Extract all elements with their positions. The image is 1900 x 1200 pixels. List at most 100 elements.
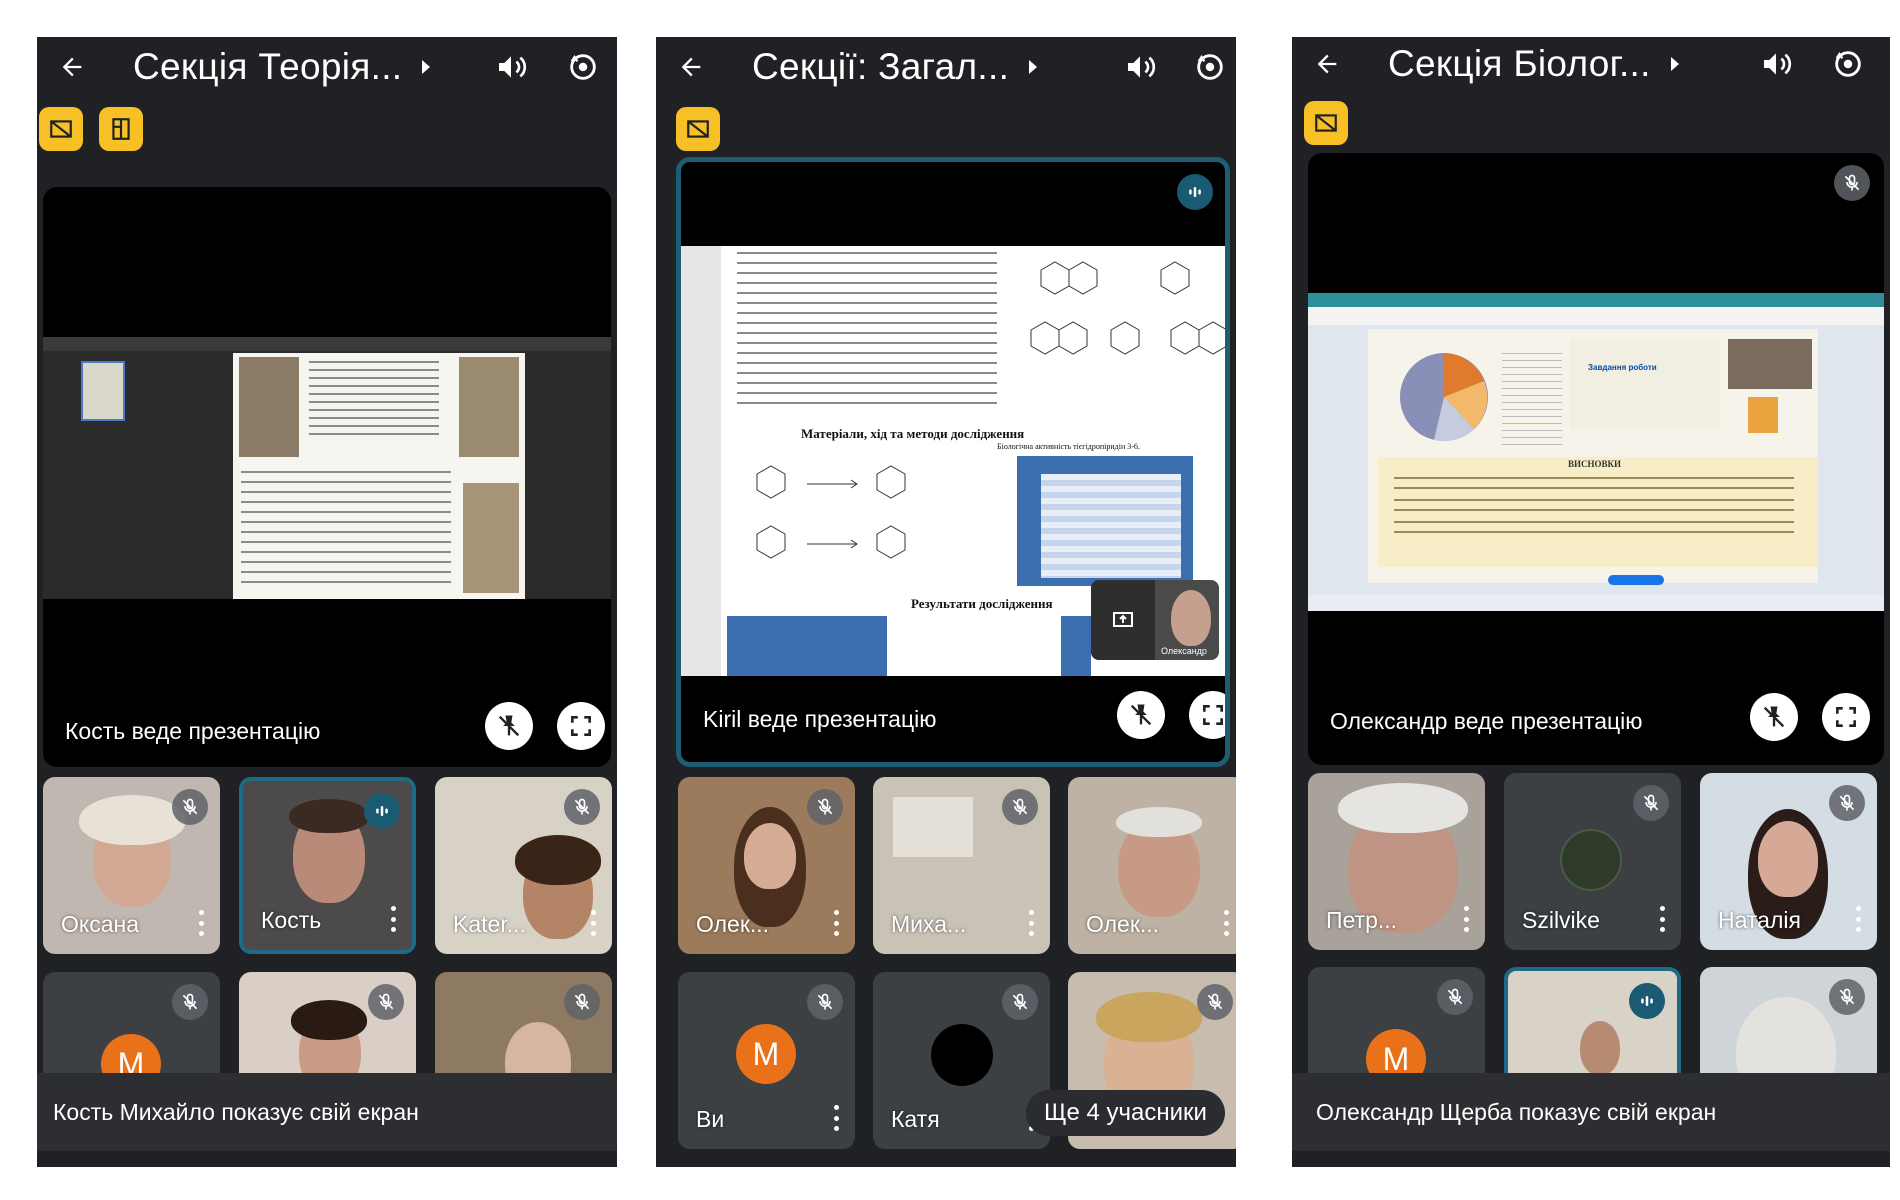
presentation-stage[interactable]: Завдання роботи ВИСНОВКИ Олександр веде …: [1308, 153, 1884, 765]
screen-share-banner: Олександр Щерба показує свій екран: [1292, 1073, 1890, 1151]
presenter-label: Kiril веде презентацію: [703, 706, 937, 732]
participant-tile[interactable]: Кость: [239, 777, 416, 954]
participant-name: Олек...: [1086, 911, 1160, 937]
avatar: M: [736, 1024, 796, 1084]
switch-camera-icon[interactable]: [565, 49, 601, 85]
top-bar: Секція Біолог...: [1292, 37, 1890, 91]
participant-tile[interactable]: Катя: [873, 972, 1050, 1149]
switch-camera-icon[interactable]: [1192, 49, 1228, 85]
more-vert-icon[interactable]: [833, 910, 839, 936]
more-vert-icon[interactable]: [1463, 906, 1469, 932]
meeting-title[interactable]: Секції: Загал...: [752, 46, 1009, 88]
mic-off-icon: [172, 789, 208, 825]
presenter-label: Кость веде презентацію: [65, 718, 321, 744]
slide-table-caption: Біологічна активність тієгідропіридін 3-…: [997, 442, 1140, 451]
participant-name: Катя: [891, 1106, 940, 1132]
meet-panel-1: Секція Теорія... Кость веде презентацію …: [37, 37, 617, 1167]
more-vert-icon[interactable]: [1659, 906, 1665, 932]
more-participants-button[interactable]: Ще 4 учасники: [1026, 1090, 1225, 1136]
participant-name: Наталія: [1718, 907, 1801, 933]
fullscreen-icon[interactable]: [557, 702, 605, 750]
no-video-icon[interactable]: [39, 107, 83, 151]
more-vert-icon[interactable]: [1223, 910, 1229, 936]
no-video-icon[interactable]: [1304, 101, 1348, 145]
participant-tile[interactable]: Kater...: [435, 777, 612, 954]
participant-tile[interactable]: Миха...: [873, 777, 1050, 954]
meet-panel-2: Секції: Загал... Матеріали, хід та метод…: [656, 37, 1236, 1167]
unpin-icon[interactable]: [1750, 693, 1798, 741]
participant-tile[interactable]: Оксана: [43, 777, 220, 954]
participant-tile[interactable]: Петр...: [1308, 773, 1485, 950]
back-arrow-icon[interactable]: [674, 50, 708, 84]
mic-off-icon: [1829, 785, 1865, 821]
speaker-icon[interactable]: [1122, 49, 1158, 85]
fullscreen-icon[interactable]: [1822, 693, 1870, 741]
fullscreen-icon[interactable]: [1189, 691, 1225, 739]
mic-off-icon: [1002, 789, 1038, 825]
meeting-title[interactable]: Секція Біолог...: [1388, 43, 1651, 85]
slide-heading: Результати дослідження: [911, 596, 1053, 611]
speaking-icon: [1629, 983, 1665, 1019]
meet-panel-3: Секція Біолог... Завдання роботи ВИСНОВК…: [1292, 37, 1890, 1167]
participant-tile[interactable]: M Ви: [678, 972, 855, 1149]
more-vert-icon[interactable]: [198, 910, 204, 936]
participant-name: Петр...: [1326, 907, 1398, 933]
mic-off-icon: [1197, 984, 1233, 1020]
speaking-icon: [1177, 174, 1213, 210]
avatar: [1560, 829, 1622, 891]
participant-name: Kater...: [453, 911, 526, 937]
unpin-icon[interactable]: [485, 702, 533, 750]
mic-off-icon: [1834, 165, 1870, 201]
top-bar: Секція Теорія...: [37, 37, 617, 97]
mic-off-icon: [368, 984, 404, 1020]
participant-name: Олек...: [696, 911, 770, 937]
title-expand-icon[interactable]: [1670, 57, 1679, 71]
presentation-stage[interactable]: Матеріали, хід та методи дослідження Біо…: [676, 157, 1230, 767]
share-screen-icon[interactable]: [1091, 580, 1155, 660]
participant-name: Миха...: [891, 911, 967, 937]
shared-screen: Матеріали, хід та методи дослідження Біо…: [681, 246, 1225, 676]
more-vert-icon[interactable]: [1028, 910, 1034, 936]
presenter-label: Олександр веде презентацію: [1330, 708, 1643, 734]
slide-heading: Матеріали, хід та методи дослідження: [801, 426, 1025, 441]
mic-off-icon: [172, 984, 208, 1020]
more-vert-icon[interactable]: [590, 910, 596, 936]
switch-camera-icon[interactable]: [1830, 46, 1866, 82]
speaking-icon: [364, 793, 400, 829]
more-vert-icon[interactable]: [1855, 906, 1861, 932]
mic-off-icon: [807, 789, 843, 825]
shared-screen: Завдання роботи ВИСНОВКИ: [1308, 293, 1884, 611]
mic-off-icon: [1002, 984, 1038, 1020]
no-video-icon[interactable]: [676, 107, 720, 151]
mic-off-icon: [564, 789, 600, 825]
more-vert-icon[interactable]: [833, 1105, 839, 1131]
participant-tile[interactable]: Szilvike: [1504, 773, 1681, 950]
mic-off-icon: [807, 984, 843, 1020]
avatar: [931, 1024, 993, 1086]
title-expand-icon[interactable]: [1029, 60, 1038, 74]
speaker-icon[interactable]: [1758, 46, 1794, 82]
speaker-icon[interactable]: [493, 49, 529, 85]
participant-tile[interactable]: Наталія: [1700, 773, 1877, 950]
participant-name: Кость: [261, 907, 322, 933]
unpin-icon[interactable]: [1117, 691, 1165, 739]
participant-tile[interactable]: Олек...: [1068, 777, 1236, 954]
layout-icon[interactable]: [99, 107, 143, 151]
mic-off-icon: [564, 984, 600, 1020]
back-arrow-icon[interactable]: [1310, 47, 1344, 81]
self-view-pip[interactable]: Олександр: [1091, 580, 1219, 660]
mic-off-icon: [1829, 979, 1865, 1015]
title-expand-icon[interactable]: [422, 60, 431, 74]
shared-screen: [43, 337, 611, 599]
more-vert-icon[interactable]: [390, 906, 396, 932]
presentation-stage[interactable]: Кость веде презентацію: [43, 187, 611, 767]
mic-off-icon: [1633, 785, 1669, 821]
participant-name: Ви: [696, 1106, 725, 1132]
slide-task-title: Завдання роботи: [1588, 363, 1657, 372]
top-bar: Секції: Загал...: [656, 37, 1236, 97]
meeting-title[interactable]: Секція Теорія...: [133, 46, 402, 88]
participant-name: Szilvike: [1522, 907, 1600, 933]
back-arrow-icon[interactable]: [55, 50, 89, 84]
participant-tile[interactable]: Олек...: [678, 777, 855, 954]
mic-off-icon: [1437, 979, 1473, 1015]
